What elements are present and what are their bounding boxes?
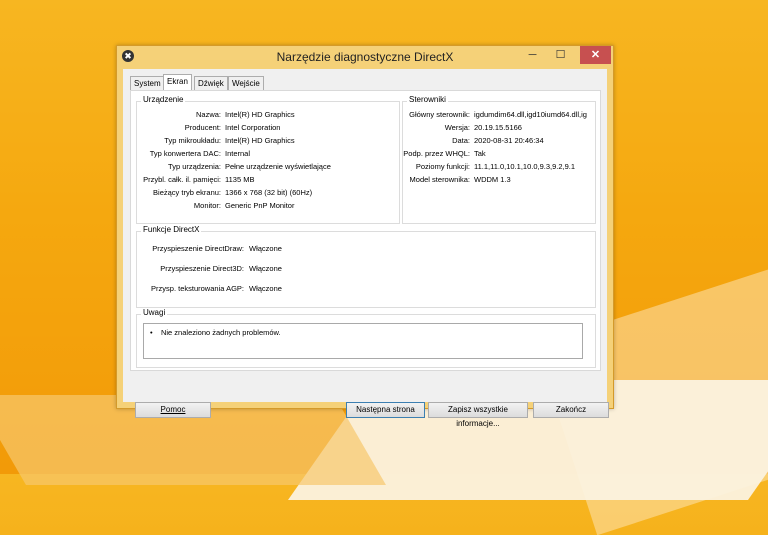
- display-tab-panel: Urządzenie Nazwa: Intel(R) HD Graphics Pro…: [130, 90, 601, 371]
- device-value: Pełne urządzenie wyświetlające: [225, 162, 331, 171]
- notes-box[interactable]: • Nie znaleziono żadnych problemów.: [143, 323, 583, 359]
- title-bar[interactable]: ✖ Narzędzie diagnostyczne DirectX ─ ☐ ✕: [117, 46, 613, 68]
- device-value: 1135 MB: [225, 175, 255, 184]
- driver-value: 2020-08-31 20:46:34: [474, 136, 544, 145]
- driver-label: Model sterownika:: [409, 175, 470, 184]
- driver-value: WDDM 1.3: [474, 175, 511, 184]
- device-value: 1366 x 768 (32 bit) (60Hz): [225, 188, 313, 197]
- directx-feature-value: Włączone: [249, 264, 282, 273]
- tab-sound[interactable]: Dźwięk: [194, 76, 228, 91]
- driver-label: Poziomy funkcji:: [415, 162, 470, 171]
- directx-feature-label: Przyspieszenie Direct3D:: [160, 264, 244, 273]
- device-label: Producent:: [184, 123, 221, 132]
- device-group: Urządzenie Nazwa: Intel(R) HD Graphics Pro…: [136, 95, 400, 224]
- device-value: Intel(R) HD Graphics: [225, 136, 295, 145]
- device-label: Typ konwertera DAC:: [149, 149, 221, 158]
- minimize-button[interactable]: ─: [519, 46, 546, 64]
- close-button[interactable]: ✕: [580, 46, 611, 64]
- directx-feature-label: Przyspieszenie DirectDraw:: [152, 244, 244, 253]
- tab-system[interactable]: System: [130, 76, 165, 91]
- driver-value: igdumdim64.dll,igd10iumd64.dll,ig: [474, 110, 587, 119]
- directx-features-group: Funkcje DirectX Przyspieszenie DirectDra…: [136, 225, 596, 308]
- device-group-title: Urządzenie: [141, 95, 186, 104]
- device-label: Typ mikroukładu:: [164, 136, 221, 145]
- help-button[interactable]: Pomoc: [135, 402, 211, 418]
- device-label: Bieżący tryb ekranu:: [153, 188, 221, 197]
- directx-features-title: Funkcje DirectX: [141, 225, 202, 234]
- exit-button[interactable]: Zakończ: [533, 402, 609, 418]
- directx-feature-value: Włączone: [249, 284, 282, 293]
- directx-feature-value: Włączone: [249, 244, 282, 253]
- driver-value: 20.19.15.5166: [474, 123, 522, 132]
- driver-label: Wersja:: [444, 123, 470, 132]
- directx-feature-label: Przysp. teksturowania AGP:: [151, 284, 244, 293]
- driver-label: Główny sterownik:: [409, 110, 470, 119]
- notes-title: Uwagi: [141, 308, 168, 317]
- next-page-button[interactable]: Następna strona: [346, 402, 425, 418]
- drivers-group: Sterowniki Główny sterownik: igdumdim64.d…: [402, 95, 596, 224]
- device-label: Typ urządzenia:: [168, 162, 221, 171]
- driver-label: Data:: [452, 136, 470, 145]
- device-value: Intel Corporation: [225, 123, 281, 132]
- drivers-group-title: Sterowniki: [407, 95, 448, 104]
- dxdiag-window: ✖ Narzędzie diagnostyczne DirectX ─ ☐ ✕ …: [116, 45, 614, 428]
- driver-label: Podp. przez WHQL:: [403, 149, 470, 158]
- driver-value: Tak: [474, 149, 486, 158]
- note-text: Nie znaleziono żadnych problemów.: [160, 328, 281, 337]
- maximize-button[interactable]: ☐: [547, 46, 574, 64]
- device-value: Internal: [225, 149, 251, 158]
- device-label: Monitor:: [193, 201, 221, 210]
- save-all-info-button[interactable]: Zapisz wszystkie informacje...: [428, 402, 528, 428]
- device-label: Nazwa:: [195, 110, 221, 119]
- help-button-label: Pomoc: [160, 405, 186, 414]
- tab-input[interactable]: Wejście: [228, 76, 264, 91]
- device-value: Intel(R) HD Graphics: [225, 110, 295, 119]
- driver-value: 11.1,11.0,10.1,10.0,9.3,9.2,9.1: [474, 162, 576, 171]
- notes-group: Uwagi • Nie znaleziono żadnych problemów…: [136, 308, 596, 368]
- window-client-area: System Ekran Dźwięk Wejście Urządzenie N…: [123, 69, 609, 428]
- note-item: • Nie znaleziono żadnych problemów.: [150, 328, 281, 337]
- device-value: Generic PnP Monitor: [225, 201, 295, 210]
- device-label: Przybl. całk. il. pamięci:: [143, 175, 221, 184]
